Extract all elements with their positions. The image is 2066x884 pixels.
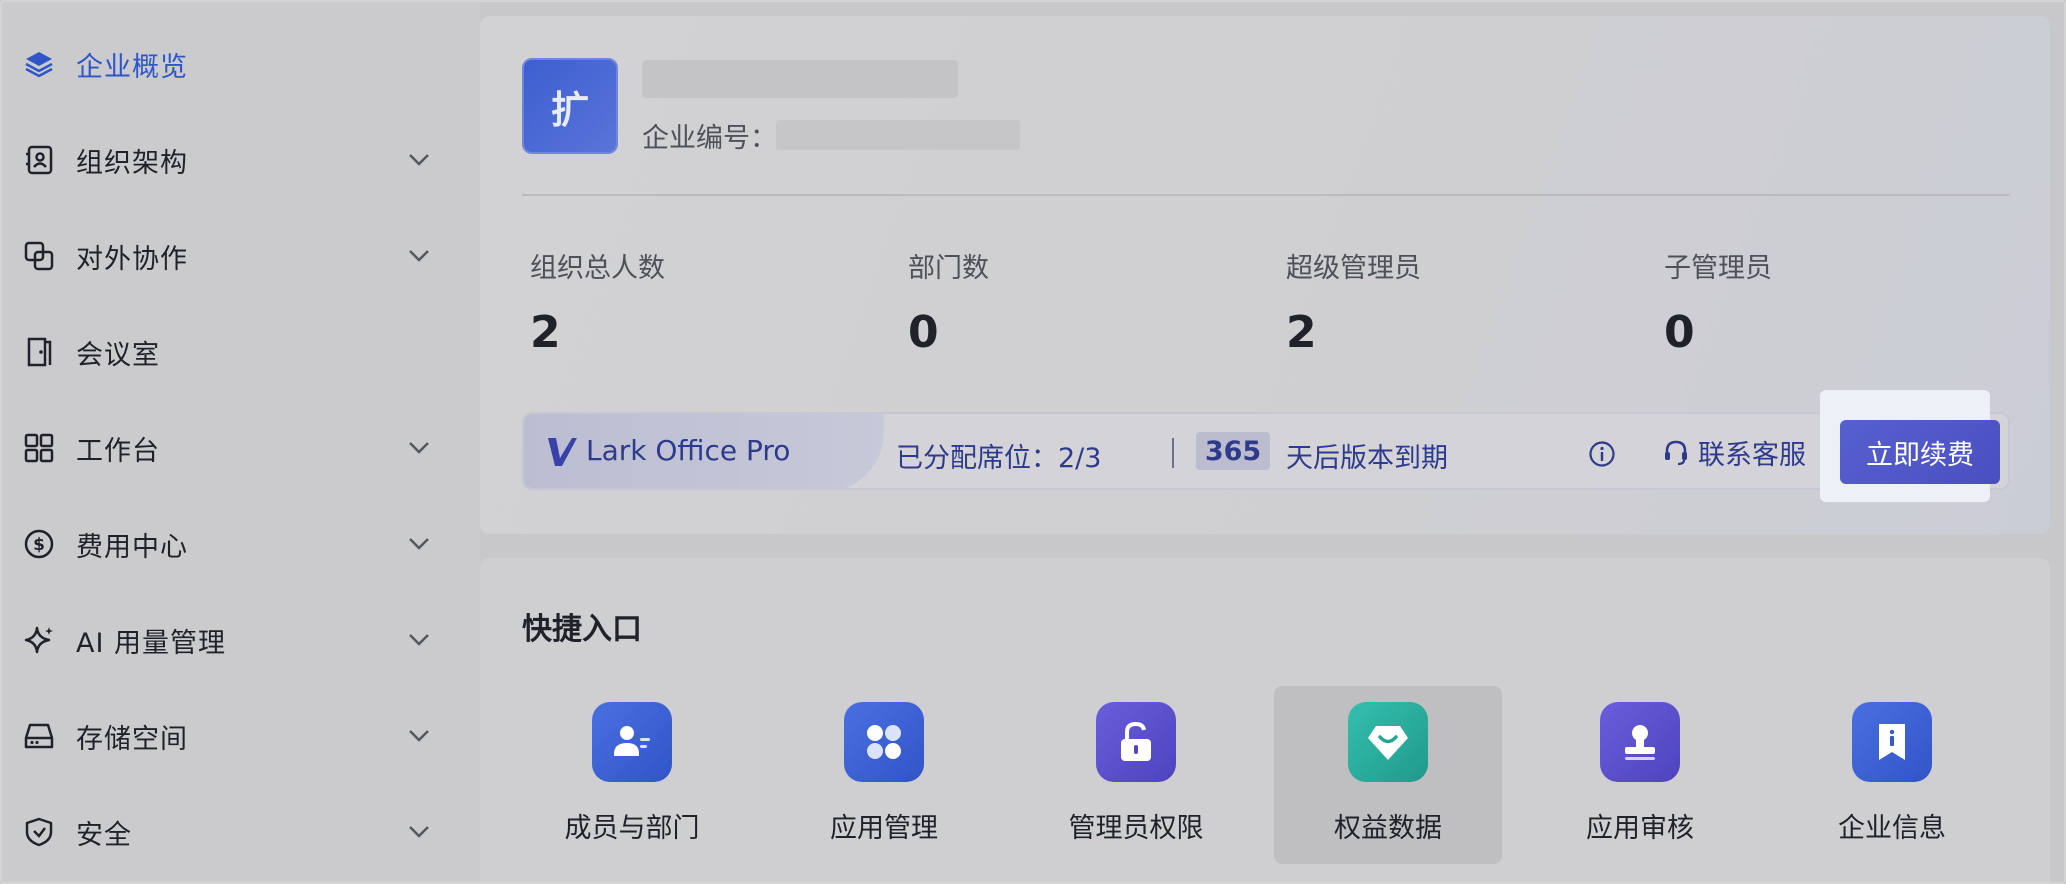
stat-label: 部门数 (908, 253, 989, 284)
chevron-down-icon[interactable] (404, 433, 434, 463)
drive-icon (22, 719, 56, 753)
chevron-down-icon[interactable] (404, 817, 434, 847)
contact-support-link[interactable]: 联系客服 (1662, 432, 1806, 472)
sidebar-item-workplace[interactable]: 工作台 (2, 412, 480, 484)
sidebar-item-overview[interactable]: 企业概览 (2, 28, 480, 100)
layers-icon (22, 47, 56, 81)
seat-allocation: 已分配席位：2/3 (896, 443, 1102, 474)
link-squares-icon (22, 239, 56, 273)
sidebar-item-label: 组织架构 (76, 147, 188, 179)
dollar-circle-icon: $ (22, 527, 56, 561)
quick-item-label: 管理员权限 (1068, 813, 1204, 844)
quick-item-label: 权益数据 (1334, 813, 1442, 844)
sidebar-item-label: 会议室 (76, 339, 160, 371)
sidebar-item-label: AI 用量管理 (76, 627, 227, 659)
org-overview-card: 扩 企业编号： 组织总人数 2 部门数 0 超级管理员 2 子管理员 0 Lar… (480, 16, 2050, 534)
quick-item-members[interactable]: 成员与部门 (518, 686, 746, 864)
quick-item-label: 成员与部门 (564, 813, 700, 844)
stat-value: 2 (530, 307, 561, 358)
quick-item-benefits-data[interactable]: 权益数据 (1274, 686, 1502, 864)
info-icon[interactable] (1588, 440, 1616, 468)
org-avatar: 扩 (522, 58, 618, 154)
days-remaining-badge: 365 (1196, 432, 1270, 470)
members-icon (592, 702, 672, 782)
grid-icon (22, 431, 56, 465)
quick-item-label: 企业信息 (1838, 813, 1946, 844)
stat-label: 超级管理员 (1286, 253, 1421, 284)
quick-item-org-info[interactable]: 企业信息 (1778, 686, 2006, 864)
stat-sub-admins: 子管理员 0 (1664, 246, 2024, 358)
plan-bar: Lark Office Pro 已分配席位：2/3 365 天后版本到期 联系客… (522, 412, 2010, 490)
quick-item-admin-permissions[interactable]: 管理员权限 (1022, 686, 1250, 864)
stat-value: 0 (908, 307, 939, 358)
stat-value: 2 (1286, 307, 1317, 358)
quick-item-app-review[interactable]: 应用审核 (1526, 686, 1754, 864)
org-id-redacted (776, 120, 1020, 150)
chevron-down-icon[interactable] (404, 721, 434, 751)
sidebar-item-label: 安全 (76, 819, 132, 851)
door-icon (22, 335, 56, 369)
chevron-down-icon[interactable] (404, 529, 434, 559)
quick-item-label: 应用管理 (830, 813, 938, 844)
benefit-gem-icon (1348, 702, 1428, 782)
quick-item-app-management[interactable]: 应用管理 (770, 686, 998, 864)
sidebar-item-label: 费用中心 (76, 531, 188, 563)
stat-departments: 部门数 0 (908, 246, 1268, 358)
stat-value: 0 (1664, 307, 1695, 358)
sidebar-item-external-collab[interactable]: 对外协作 (2, 220, 480, 292)
stat-label: 子管理员 (1664, 253, 1772, 284)
app-frame: 企业概览 组织架构 对外协作 会议室 工作台 $ 费用中心 AI 用量管理 存储… (0, 0, 2066, 884)
headset-icon (1665, 440, 1687, 466)
svg-text:$: $ (33, 535, 45, 555)
contact-support-label: 联系客服 (1698, 439, 1806, 471)
quick-item-label: 应用审核 (1586, 813, 1694, 844)
sidebar: 企业概览 组织架构 对外协作 会议室 工作台 $ 费用中心 AI 用量管理 存储… (2, 2, 480, 882)
sidebar-item-storage[interactable]: 存储空间 (2, 700, 480, 772)
sidebar-item-org-structure[interactable]: 组织架构 (2, 124, 480, 196)
org-name-redacted (642, 60, 958, 98)
contacts-book-icon (22, 143, 56, 177)
info-bookmark-icon (1852, 702, 1932, 782)
divider (522, 194, 2010, 196)
sidebar-item-label: 对外协作 (76, 243, 188, 275)
sidebar-item-meeting-room[interactable]: 会议室 (2, 316, 480, 388)
plan-name: Lark Office Pro (586, 434, 791, 467)
quick-access-title: 快捷入口 (522, 612, 642, 647)
chevron-down-icon[interactable] (404, 625, 434, 655)
unlock-icon (1096, 702, 1176, 782)
sidebar-item-label: 存储空间 (76, 723, 188, 755)
stat-total-members: 组织总人数 2 (530, 246, 890, 358)
apps-icon (844, 702, 924, 782)
expiry-text: 天后版本到期 (1286, 443, 1448, 474)
sidebar-item-security[interactable]: 安全 (2, 796, 480, 868)
plan-logo-icon (548, 438, 577, 466)
plan-badge: Lark Office Pro (524, 414, 884, 488)
sidebar-item-ai-usage[interactable]: AI 用量管理 (2, 604, 480, 676)
renew-now-button[interactable]: 立即续费 (1840, 420, 2000, 484)
sparkle-icon (22, 623, 56, 657)
separator (1172, 438, 1174, 468)
shield-icon (22, 815, 56, 849)
sidebar-item-label: 企业概览 (76, 51, 188, 83)
stat-label: 组织总人数 (530, 253, 665, 284)
stat-super-admins: 超级管理员 2 (1286, 246, 1646, 358)
sidebar-item-billing[interactable]: $ 费用中心 (2, 508, 480, 580)
chevron-down-icon[interactable] (404, 145, 434, 175)
quick-access-card: 快捷入口 成员与部门 应用管理 管理员权限 权益数据 应用审核 企业信息 (480, 558, 2050, 882)
stamp-icon (1600, 702, 1680, 782)
chevron-down-icon[interactable] (404, 241, 434, 271)
sidebar-item-label: 工作台 (76, 435, 160, 467)
org-id-label: 企业编号： (642, 123, 777, 154)
